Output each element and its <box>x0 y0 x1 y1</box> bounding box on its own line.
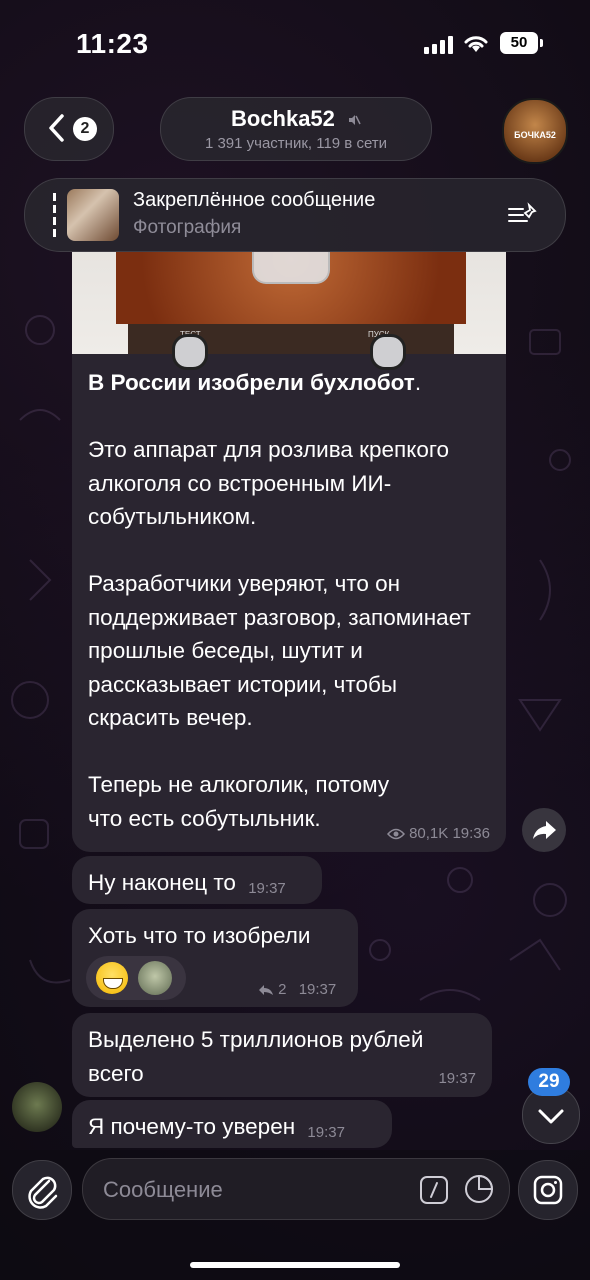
message-text: Я почему-то уверен 19:37 <box>88 1114 345 1141</box>
photo-knob-left <box>172 334 208 370</box>
sticker-icon[interactable] <box>463 1173 495 1205</box>
message-meta: 2 19:37 <box>258 981 336 998</box>
grinning-emoji-icon <box>96 962 128 994</box>
message-text: Выделено 5 триллионов рублей всего <box>88 1027 424 1086</box>
message-bubble[interactable]: Я почему-то уверен 19:37 <box>72 1100 392 1148</box>
photo-knob-right <box>370 334 406 370</box>
commands-icon[interactable] <box>419 1175 449 1205</box>
pinned-list-icon[interactable] <box>507 201 539 229</box>
post-paragraph: Разработчики уверяют, что он поддерживае… <box>88 571 471 730</box>
home-indicator <box>190 1262 400 1268</box>
sender-avatar[interactable] <box>12 1082 62 1132</box>
reply-count: 2 <box>278 981 287 998</box>
muted-icon <box>349 115 361 126</box>
message-bubble[interactable]: Хоть что то изобрели 2 19:37 <box>72 909 358 1007</box>
wifi-icon <box>464 36 488 52</box>
message-time: 19:37 <box>438 1070 476 1087</box>
chevron-left-icon <box>49 114 64 142</box>
unread-count-badge: 2 <box>73 117 97 141</box>
share-arrow-icon <box>533 821 556 839</box>
message-bubble[interactable]: Выделено 5 триллионов рублей всего 19:37 <box>72 1013 492 1097</box>
pinned-thumbnail <box>67 189 119 241</box>
channel-post[interactable]: ТЕСТ ПУСК В России изобрели бухлобот. Эт… <box>72 252 506 852</box>
pinned-title: Закреплённое сообщение <box>133 189 376 211</box>
message-time: 19:37 <box>298 981 337 998</box>
message-time: 19:37 <box>248 880 286 897</box>
message-text: Ну наконец то 19:37 <box>88 870 286 897</box>
paperclip-icon <box>28 1176 58 1209</box>
message-text: Хоть что то изобрели <box>88 923 311 948</box>
reply-icon <box>259 985 273 996</box>
message-time: 19:37 <box>307 1124 345 1141</box>
post-paragraph: Теперь не алкоголик, потому что есть соб… <box>88 772 390 831</box>
unread-mentions-badge: 29 <box>528 1068 570 1096</box>
share-button[interactable] <box>522 808 566 852</box>
back-button[interactable]: 2 <box>24 97 114 161</box>
status-bar: 11:23 50 <box>0 0 590 90</box>
post-views: 80,1K <box>409 825 449 842</box>
chat-title-button[interactable]: Bochka52 1 391 участник, 119 в сети <box>160 97 432 161</box>
pinned-subtitle: Фотография <box>133 217 242 238</box>
message-bubble[interactable]: Ну наконец то 19:37 <box>72 856 322 904</box>
clock: 11:23 <box>76 28 149 59</box>
post-paragraph: Это аппарат для розлива крепкого алкогол… <box>88 437 450 529</box>
reactor-avatar <box>138 961 172 995</box>
post-photo[interactable]: ТЕСТ ПУСК <box>72 252 506 370</box>
camera-icon <box>533 1175 563 1205</box>
camera-button[interactable] <box>518 1160 578 1220</box>
reaction-chip[interactable] <box>86 956 186 1000</box>
battery-tip <box>540 39 543 47</box>
post-headline-tail: . <box>414 370 422 395</box>
chat-subtitle: 1 391 участник, 119 в сети <box>204 135 388 152</box>
post-meta: 80,1K 19:36 <box>386 825 490 842</box>
battery-icon: 50 <box>500 32 538 54</box>
post-time: 19:36 <box>452 825 490 842</box>
pinned-indicator <box>53 193 56 237</box>
message-input-container[interactable] <box>82 1158 510 1220</box>
photo-glass <box>252 252 330 284</box>
views-eye-icon <box>386 828 405 840</box>
chat-name: Bochka52 <box>161 106 431 132</box>
message-input[interactable] <box>101 1173 405 1207</box>
post-headline: В России изобрели бухлобот <box>88 370 415 395</box>
post-text: В России изобрели бухлобот. Это аппарат … <box>88 366 492 835</box>
chat-avatar[interactable]: БОЧКА52 <box>502 98 568 164</box>
attach-button[interactable] <box>12 1160 72 1220</box>
pinned-message-bar[interactable]: Закреплённое сообщение Фотография <box>24 178 566 252</box>
signal-icon <box>424 36 453 54</box>
avatar-label: БОЧКА52 <box>514 130 556 140</box>
